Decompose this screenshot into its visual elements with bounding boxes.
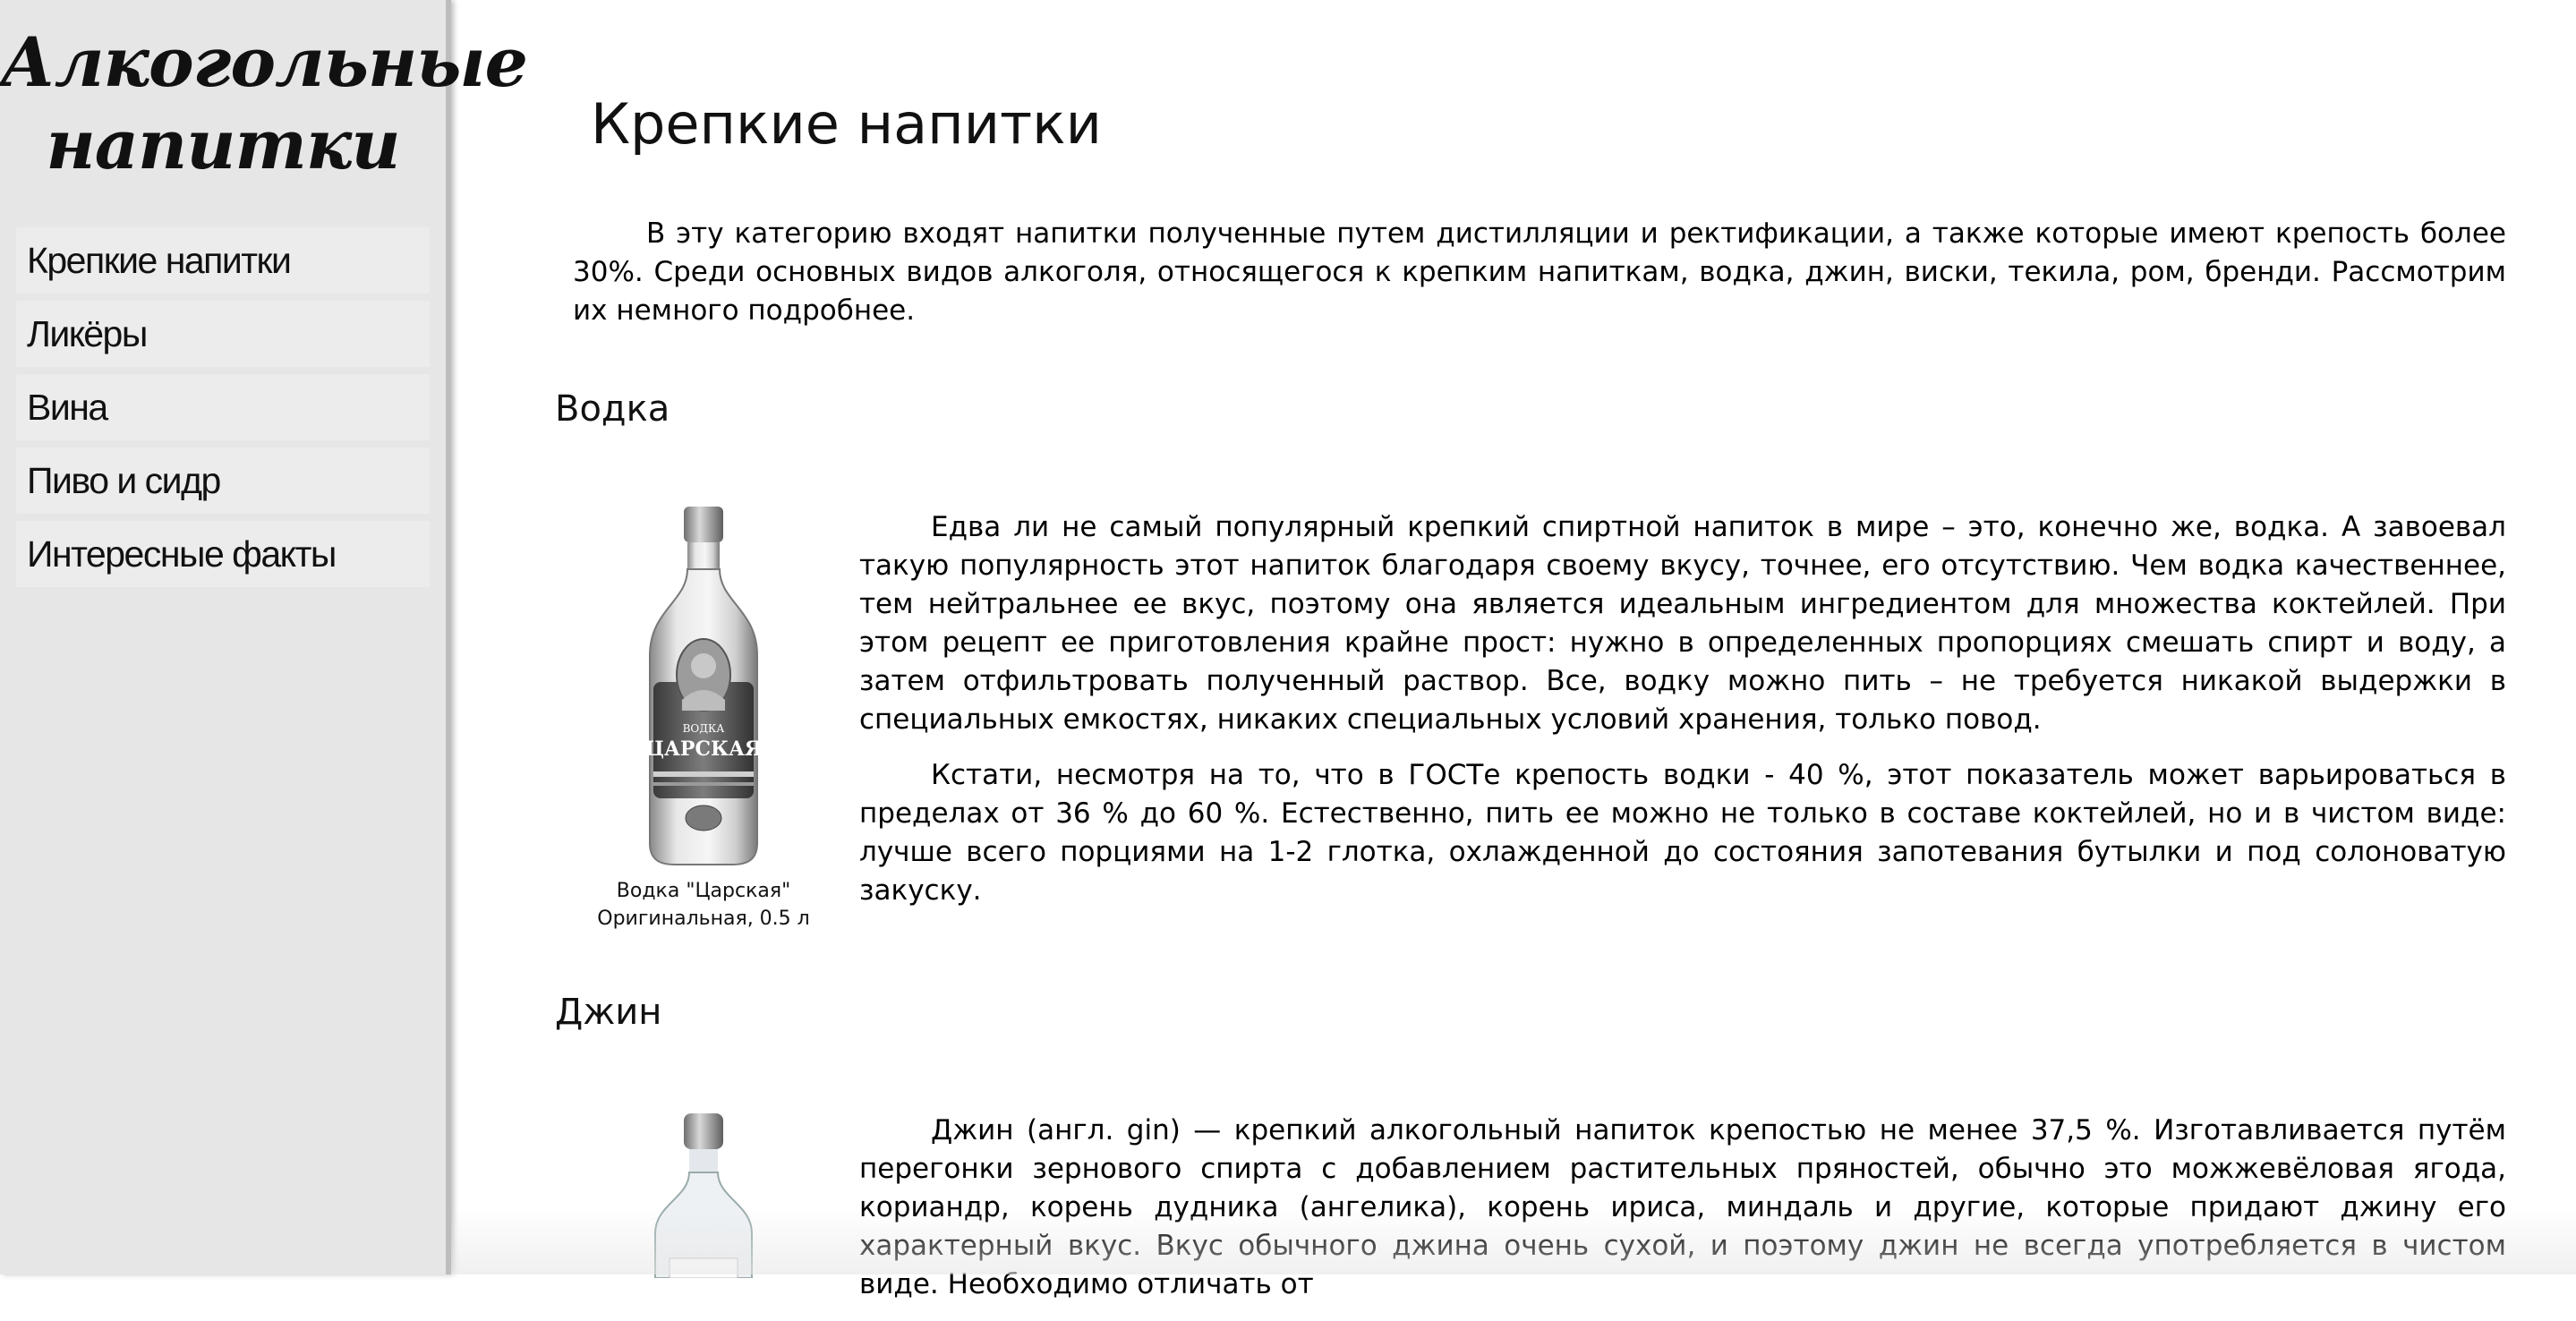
vodka-caption-volume: Оригинальная, 0.5 л xyxy=(597,908,810,930)
bottle-label-top: ВОДКА xyxy=(683,722,725,735)
site-logo[interactable]: Алкогольные напитки xyxy=(0,21,528,186)
bottle-label-main: ЦАРСКАЯ xyxy=(645,737,763,761)
sidebar-item-beer-cider[interactable]: Пиво и сидр xyxy=(16,447,430,514)
vodka-paragraph: Едва ли не самый популярный крепкий спир… xyxy=(859,511,2506,736)
site-logo-text: Алкогольные напитки xyxy=(0,22,528,184)
sidebar-item-wines[interactable]: Вина xyxy=(16,374,430,440)
section-title-gin: Джин xyxy=(555,992,662,1033)
page-title: Крепкие напитки xyxy=(591,91,1102,157)
main-content: Крепкие напитки В эту категорию входят н… xyxy=(451,0,2576,1300)
vodka-bottle-image: ВОДКА ЦАРСКАЯ xyxy=(645,507,763,865)
bottom-fade xyxy=(451,1208,2576,1274)
vodka-text: Едва ли не самый популярный крепкий спир… xyxy=(859,508,2506,927)
sidebar: Алкогольные напитки Крепкие напитки Ликё… xyxy=(0,0,528,1274)
section-title-vodka: Водка xyxy=(555,388,670,430)
sidebar-item-liqueurs[interactable]: Ликёры xyxy=(16,301,430,367)
sidebar-item-facts[interactable]: Интересные факты xyxy=(16,521,430,587)
sidebar-item-label: Крепкие напитки xyxy=(27,239,292,281)
sidebar-nav: Крепкие напитки Ликёры Вина Пиво и сидр … xyxy=(16,227,430,594)
sidebar-item-label: Интересные факты xyxy=(27,533,337,575)
vodka-paragraph: Кстати, несмотря на то, что в ГОСТе креп… xyxy=(859,759,2506,907)
vodka-caption: Водка "Царская" Оригинальная, 0.5 л xyxy=(569,877,838,933)
sidebar-item-label: Пиво и сидр xyxy=(27,459,221,501)
vodka-caption-name: Водка "Царская" xyxy=(616,880,791,902)
sidebar-item-label: Вина xyxy=(27,386,108,428)
sidebar-item-label: Ликёры xyxy=(27,312,148,354)
intro-paragraph: В эту категорию входят напитки полученны… xyxy=(573,217,2506,327)
sidebar-item-strong-drinks[interactable]: Крепкие напитки xyxy=(16,227,430,294)
vodka-figure: ВОДКА ЦАРСКАЯ Водка "Царская" Оригинальн… xyxy=(569,503,838,933)
